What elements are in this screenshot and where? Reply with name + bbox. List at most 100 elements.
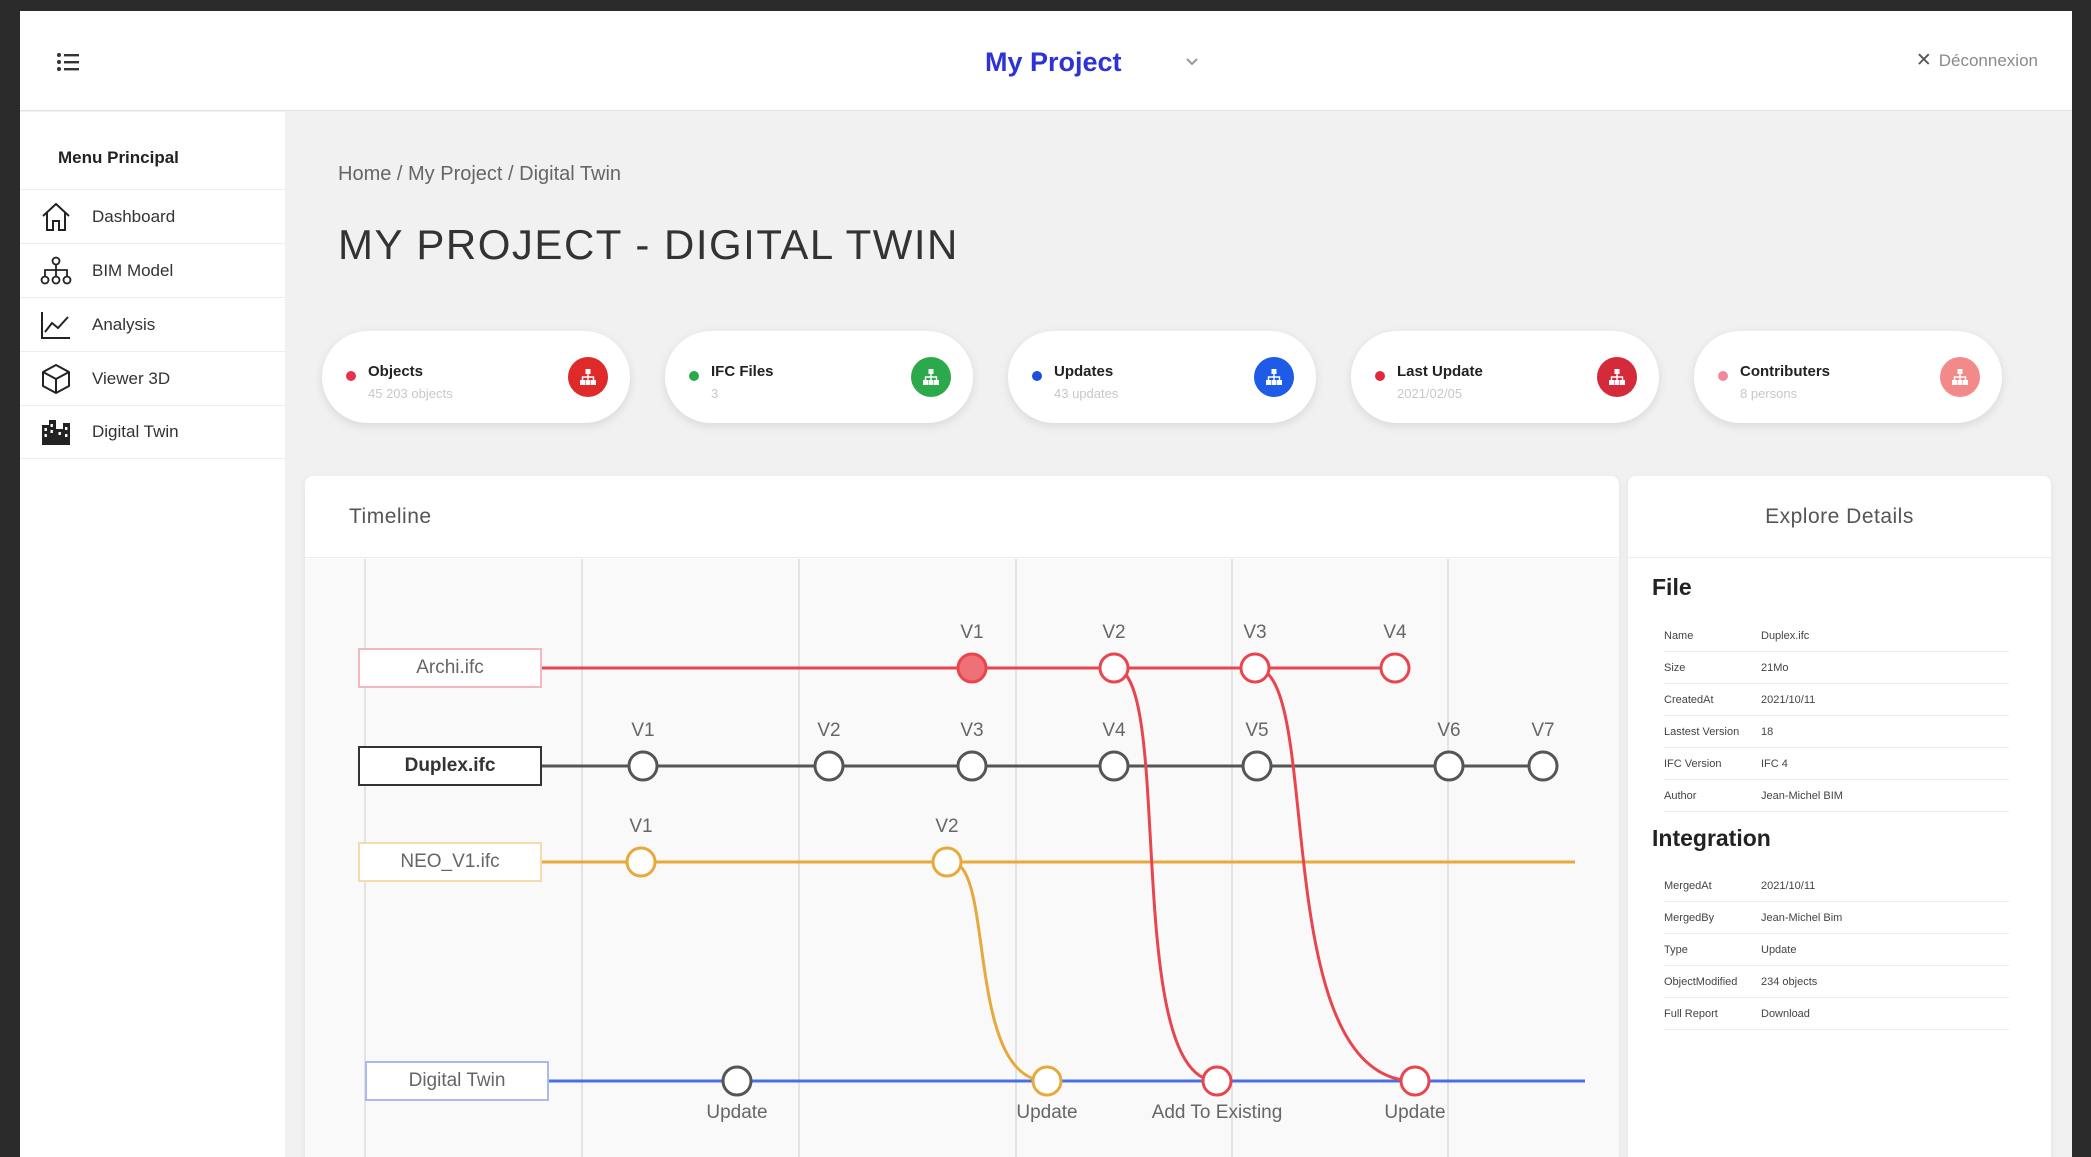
row-key: IFC Version <box>1664 757 1722 770</box>
top-bar: My Project ✕ Déconnexion <box>20 11 2072 111</box>
stat-label: Objects <box>368 363 424 380</box>
table-row: Name Duplex.ifc <box>1664 620 2009 652</box>
event-label: Update <box>706 1102 767 1123</box>
version-label: V4 <box>1383 622 1407 643</box>
event-label: Add To Existing <box>1152 1102 1283 1123</box>
row-key: CreatedAt <box>1664 693 1714 706</box>
stat-label: IFC Files <box>711 363 774 380</box>
version-node-neo <box>931 846 963 878</box>
sidebar-item-label: BIM Model <box>92 260 174 280</box>
status-dot <box>1032 371 1042 381</box>
version-node-duplex <box>1527 750 1559 782</box>
file-box-neo[interactable]: NEO_V1.ifc <box>358 842 542 882</box>
row-key: Lastest Version <box>1664 725 1740 738</box>
sidebar-item-viewer-3d[interactable]: Viewer 3D <box>20 351 285 405</box>
status-dot <box>346 371 356 381</box>
version-label: V1 <box>631 720 654 741</box>
status-dot <box>689 371 699 381</box>
row-key: MergedBy <box>1664 911 1715 924</box>
version-node-duplex <box>627 750 659 782</box>
hierarchy-icon <box>1254 357 1294 397</box>
stat-card-contributers[interactable]: Contributers 8 persons <box>1694 331 2002 423</box>
version-label: V2 <box>1102 622 1125 643</box>
table-row: Author Jean-Michel BIM <box>1664 780 2009 812</box>
table-row: CreatedAt 2021/10/11 <box>1664 684 2009 716</box>
version-node-archi <box>1098 652 1130 684</box>
sidebar-menu: Dashboard BIM Model Analysis Viewer 3D D… <box>20 189 285 459</box>
version-label: V2 <box>817 720 840 741</box>
version-node-duplex <box>1098 750 1130 782</box>
sidebar-item-label: Digital Twin <box>92 422 179 441</box>
timeline-canvas: V1 V2 V3 V4 V1 V2 V3 V4 V5 V6 V7 V1 V2 Update Update Ad… <box>305 559 1619 1157</box>
version-label: V3 <box>1243 622 1266 643</box>
logout-button[interactable]: ✕ Déconnexion <box>1916 49 2038 72</box>
row-value: 2021/10/11 <box>1761 879 1816 892</box>
status-dot <box>1375 371 1385 381</box>
table-row: ObjectModified 234 objects <box>1664 966 2009 998</box>
row-value: Jean-Michel Bim <box>1761 911 1843 924</box>
version-label: V7 <box>1531 720 1554 741</box>
table-row: Lastest Version 18 <box>1664 716 2009 748</box>
row-value: 234 objects <box>1761 975 1818 988</box>
row-key: Full Report <box>1664 1007 1718 1020</box>
table-row: Size 21Mo <box>1664 652 2009 684</box>
timeline-title: Timeline <box>349 504 432 528</box>
table-row: MergedAt 2021/10/11 <box>1664 870 2009 902</box>
logout-label: Déconnexion <box>1938 50 2038 70</box>
row-key: Size <box>1664 661 1686 674</box>
hierarchy-icon <box>1597 357 1637 397</box>
app-window: My Project ✕ Déconnexion Menu Principal … <box>20 11 2072 1157</box>
file-box-archi[interactable]: Archi.ifc <box>358 648 542 688</box>
table-row: MergedBy Jean-Michel Bim <box>1664 902 2009 934</box>
file-section-title: File <box>1652 574 1692 600</box>
details-header: Explore Details <box>1628 476 2051 558</box>
row-key: MergedAt <box>1664 879 1712 892</box>
file-box-duplex[interactable]: Duplex.ifc <box>358 746 542 786</box>
version-node-duplex <box>1433 750 1465 782</box>
row-value: Jean-Michel BIM <box>1761 789 1843 802</box>
sidebar-item-label: Viewer 3D <box>92 368 171 388</box>
merge-curve-neo-v2 <box>950 860 1048 1083</box>
home-icon <box>38 199 74 235</box>
stat-label: Updates <box>1054 363 1114 380</box>
menu-toggle-icon[interactable] <box>54 49 84 75</box>
row-value: 18 <box>1761 725 1774 738</box>
stat-label: Contributers <box>1740 363 1830 380</box>
integration-section-title: Integration <box>1652 825 1771 851</box>
version-node-neo <box>625 846 657 878</box>
stat-label: Last Update <box>1397 363 1483 380</box>
close-icon: ✕ <box>1915 50 1932 71</box>
merge-curve-archi-v2 <box>1113 666 1218 1083</box>
sidebar-item-digital-twin[interactable]: Digital Twin <box>20 405 285 459</box>
version-node-duplex <box>1241 750 1273 782</box>
table-row: Type Update <box>1664 934 2009 966</box>
timeline-panel: Timeline V1 V2 V3 V4 V1 V2 V3 V4 V5 V6 V7 V1 V2 Updat… <box>305 476 1619 1157</box>
breadcrumb[interactable]: Home / My Project / Digital Twin <box>338 163 621 186</box>
version-node-duplex <box>813 750 845 782</box>
hierarchy-icon <box>38 253 74 289</box>
project-title[interactable]: My Project <box>985 47 1122 78</box>
version-node-archi <box>1379 652 1411 684</box>
stat-card-updates[interactable]: Updates 43 updates <box>1008 331 1316 423</box>
sidebar-item-label: Dashboard <box>92 206 176 226</box>
timeline-header: Timeline <box>305 476 1619 558</box>
chart-line-icon <box>38 307 74 343</box>
sidebar-item-dashboard[interactable]: Dashboard <box>20 189 285 243</box>
sidebar-item-analysis[interactable]: Analysis <box>20 297 285 351</box>
row-value: Update <box>1761 943 1797 956</box>
chevron-down-icon[interactable] <box>1183 55 1201 69</box>
integration-details-table: MergedAt 2021/10/11 MergedBy Jean-Michel B… <box>1664 870 2009 1030</box>
file-box-digital-twin[interactable]: Digital Twin <box>365 1061 549 1101</box>
stat-card-objects[interactable]: Objects 45 203 objects <box>322 331 630 423</box>
row-value: Duplex.ifc <box>1761 629 1810 642</box>
file-details-table: Name Duplex.ifc Size 21Mo CreatedAt 2021/10… <box>1664 620 2009 812</box>
row-value: 2021/10/11 <box>1761 693 1816 706</box>
stat-card-last-update[interactable]: Last Update 2021/02/05 <box>1351 331 1659 423</box>
download-report-link[interactable]: Download <box>1761 1008 2009 1020</box>
version-node-archi <box>1239 652 1271 684</box>
version-node-duplex <box>956 750 988 782</box>
hierarchy-icon <box>1940 357 1980 397</box>
event-node-digital-twin <box>1399 1065 1431 1097</box>
sidebar-item-bim-model[interactable]: BIM Model <box>20 243 285 297</box>
stat-card-ifc-files[interactable]: IFC Files 3 <box>665 331 973 423</box>
